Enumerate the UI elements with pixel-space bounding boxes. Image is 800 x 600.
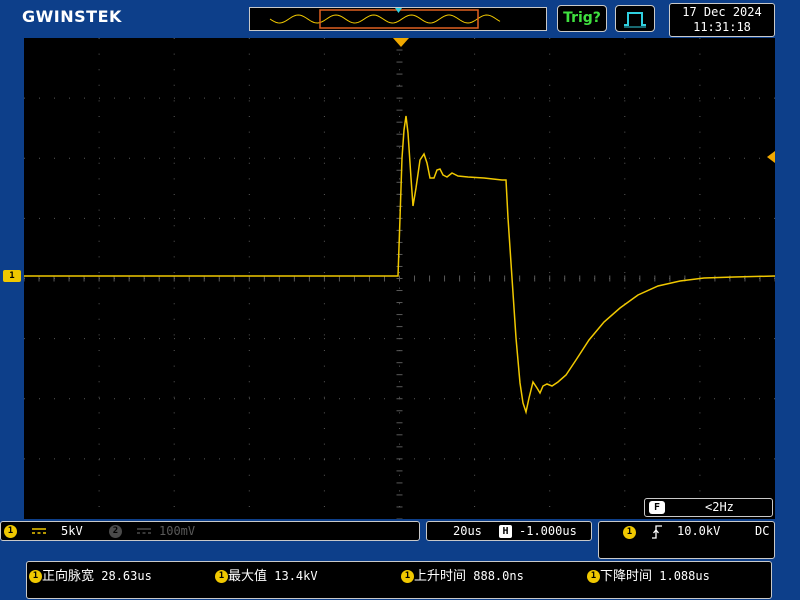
overview-waveform: [269, 8, 501, 29]
trigger-level[interactable]: 10.0kV: [677, 524, 720, 538]
measurement-item[interactable]: 1 上升时间 888.0ns: [401, 565, 524, 584]
ch1-badge[interactable]: 1: [4, 525, 17, 538]
measurement-item[interactable]: 1 正向脉宽 28.63us: [29, 565, 152, 584]
measurement-value: 1.088us: [659, 569, 710, 583]
trigger-level-marker-icon[interactable]: [767, 151, 775, 163]
horizontal-position[interactable]: -1.000us: [519, 524, 577, 538]
measurement-item[interactable]: 1 下降时间 1.088us: [587, 565, 710, 584]
ch1-scale[interactable]: 5kV: [61, 524, 83, 538]
brand-logo: GWINSTEK: [22, 7, 122, 26]
measurement-label: 正向脉宽: [42, 569, 95, 584]
measurement-value: 13.4kV: [274, 569, 318, 583]
date-text: 17 Dec 2024: [682, 5, 762, 19]
memory-overview-bar[interactable]: [249, 7, 547, 31]
measurement-panel[interactable]: 1 正向脉宽 28.63us 1 最大值 13.4kV 1 上升时间 888.0ns …: [26, 561, 772, 599]
pulse-trigger-icon: [624, 12, 646, 28]
ch2-scale[interactable]: 100mV: [159, 524, 195, 538]
trigger-mode-button[interactable]: [615, 5, 655, 32]
date-time-display: 17 Dec 2024 11:31:18: [669, 3, 775, 37]
channel-scale-panel[interactable]: 1 5kV 2 100mV: [0, 521, 420, 541]
trigger-panel[interactable]: 1 10.0kV DC: [598, 521, 775, 559]
frequency-counter: F <2Hz: [644, 498, 773, 517]
waveform-display[interactable]: [23, 37, 776, 520]
horizontal-position-badge: H: [499, 525, 512, 538]
trigger-source-badge: 1: [623, 526, 636, 539]
measurement-source-badge: 1: [29, 570, 42, 583]
trigger-position-marker-icon[interactable]: [393, 38, 409, 47]
overview-window[interactable]: [319, 9, 479, 29]
measurement-label: 最大值: [228, 569, 268, 584]
ch2-badge[interactable]: 2: [109, 525, 122, 538]
ch1-ground-marker[interactable]: 1: [3, 270, 21, 282]
ch1-dc-coupling-icon: [32, 528, 46, 534]
waveform-graticule: [23, 37, 776, 520]
trigger-coupling[interactable]: DC: [755, 524, 769, 538]
ch1-trace: [24, 115, 776, 415]
measurement-value: 28.63us: [101, 569, 152, 583]
frequency-value: <2Hz: [705, 500, 734, 514]
measurement-label: 上升时间: [414, 569, 467, 584]
measurement-label: 下降时间: [600, 569, 653, 584]
rising-edge-icon: [652, 525, 662, 539]
ch2-dc-coupling-icon: [137, 528, 151, 534]
trigger-status-button[interactable]: Trig?: [557, 5, 607, 32]
measurement-source-badge: 1: [401, 570, 414, 583]
measurement-item[interactable]: 1 最大值 13.4kV: [215, 565, 318, 584]
measurement-value: 888.0ns: [473, 569, 524, 583]
time-text: 11:31:18: [693, 20, 751, 34]
measurement-source-badge: 1: [215, 570, 228, 583]
timebase-scale[interactable]: 20us: [453, 524, 482, 538]
timebase-panel[interactable]: 20us H -1.000us: [426, 521, 592, 541]
frequency-badge: F: [649, 501, 665, 514]
measurement-source-badge: 1: [587, 570, 600, 583]
